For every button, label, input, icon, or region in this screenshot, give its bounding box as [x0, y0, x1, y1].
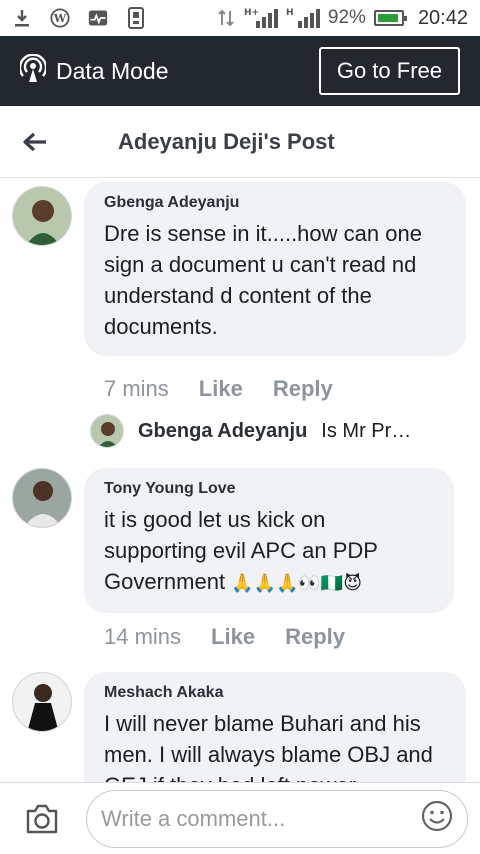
- data-mode-label: Data Mode: [56, 57, 169, 84]
- comment-input[interactable]: Write a comment...: [86, 789, 468, 848]
- battery-icon: [373, 10, 407, 26]
- signal-strength-icon: H+: [244, 8, 278, 28]
- post-header: Adeyanju Deji's Post: [0, 106, 480, 178]
- reply-button[interactable]: Reply: [285, 624, 345, 650]
- comment-emoji: 🙏🙏🙏👀🇳🇬😈: [231, 573, 363, 593]
- comment-text: Dre is sense in it.....how can one sign …: [104, 221, 422, 339]
- back-arrow-icon: [23, 132, 46, 151]
- reply-author[interactable]: Gbenga Adeyanju: [138, 420, 307, 443]
- comment-bubble[interactable]: Gbenga Adeyanju Dre is sense in it.....h…: [84, 182, 466, 356]
- signal-strength-icon-2: H: [286, 8, 320, 28]
- data-mode-bar: Data Mode Go to Free: [0, 36, 480, 106]
- avatar[interactable]: [12, 186, 72, 246]
- camera-button[interactable]: [12, 789, 72, 849]
- reply-text: Is Mr Pr…: [321, 419, 412, 442]
- data-transfer-icon: [216, 8, 236, 28]
- comment-text: it is good let us kick on supporting evi…: [104, 507, 378, 594]
- reply-preview[interactable]: Gbenga Adeyanju Is Mr Pr…: [90, 414, 411, 448]
- status-bar: W H+ H 92% 20:42: [0, 0, 480, 36]
- data-mode-icon: [18, 53, 48, 89]
- svg-text:W: W: [53, 12, 67, 25]
- comment-placeholder: Write a comment...: [101, 805, 286, 831]
- wordpress-icon: W: [50, 8, 70, 28]
- reply-button[interactable]: Reply: [273, 376, 333, 402]
- comment-bubble[interactable]: Meshach Akaka I will never blame Buhari …: [84, 672, 466, 782]
- page-title: Adeyanju Deji's Post: [118, 128, 335, 154]
- comments-list: Gbenga Adeyanju Dre is sense in it.....h…: [0, 178, 480, 782]
- reply-avatar: [90, 414, 124, 448]
- activity-icon: [88, 8, 108, 28]
- battery-percentage: 92%: [327, 7, 366, 28]
- comment-composer: Write a comment...: [0, 782, 480, 854]
- comment-time: 14 mins: [104, 624, 182, 649]
- avatar[interactable]: [12, 468, 72, 528]
- svg-text:H: H: [286, 8, 294, 18]
- svg-text:H+: H+: [244, 8, 259, 18]
- sim-card-icon: [126, 7, 146, 29]
- comment-time: 7 mins: [104, 376, 169, 401]
- back-button[interactable]: [0, 106, 70, 178]
- clock: 20:42: [417, 6, 468, 29]
- avatar[interactable]: [12, 672, 72, 732]
- comment-author[interactable]: Gbenga Adeyanju: [104, 194, 446, 212]
- comment-actions: 7 mins Like Reply: [104, 376, 333, 402]
- camera-icon: [26, 804, 58, 833]
- comment-author[interactable]: Meshach Akaka: [104, 684, 446, 702]
- comment-actions: 14 mins Like Reply: [104, 624, 345, 650]
- comment-author[interactable]: Tony Young Love: [104, 480, 434, 498]
- like-button[interactable]: Like: [211, 624, 255, 650]
- download-icon: [12, 8, 32, 28]
- comment-bubble[interactable]: Tony Young Love it is good let us kick o…: [84, 468, 454, 613]
- go-to-free-button[interactable]: Go to Free: [318, 47, 460, 95]
- emoji-picker-icon[interactable]: [421, 800, 453, 837]
- like-button[interactable]: Like: [199, 376, 243, 402]
- comment-text: I will never blame Buhari and his men. I…: [104, 711, 433, 782]
